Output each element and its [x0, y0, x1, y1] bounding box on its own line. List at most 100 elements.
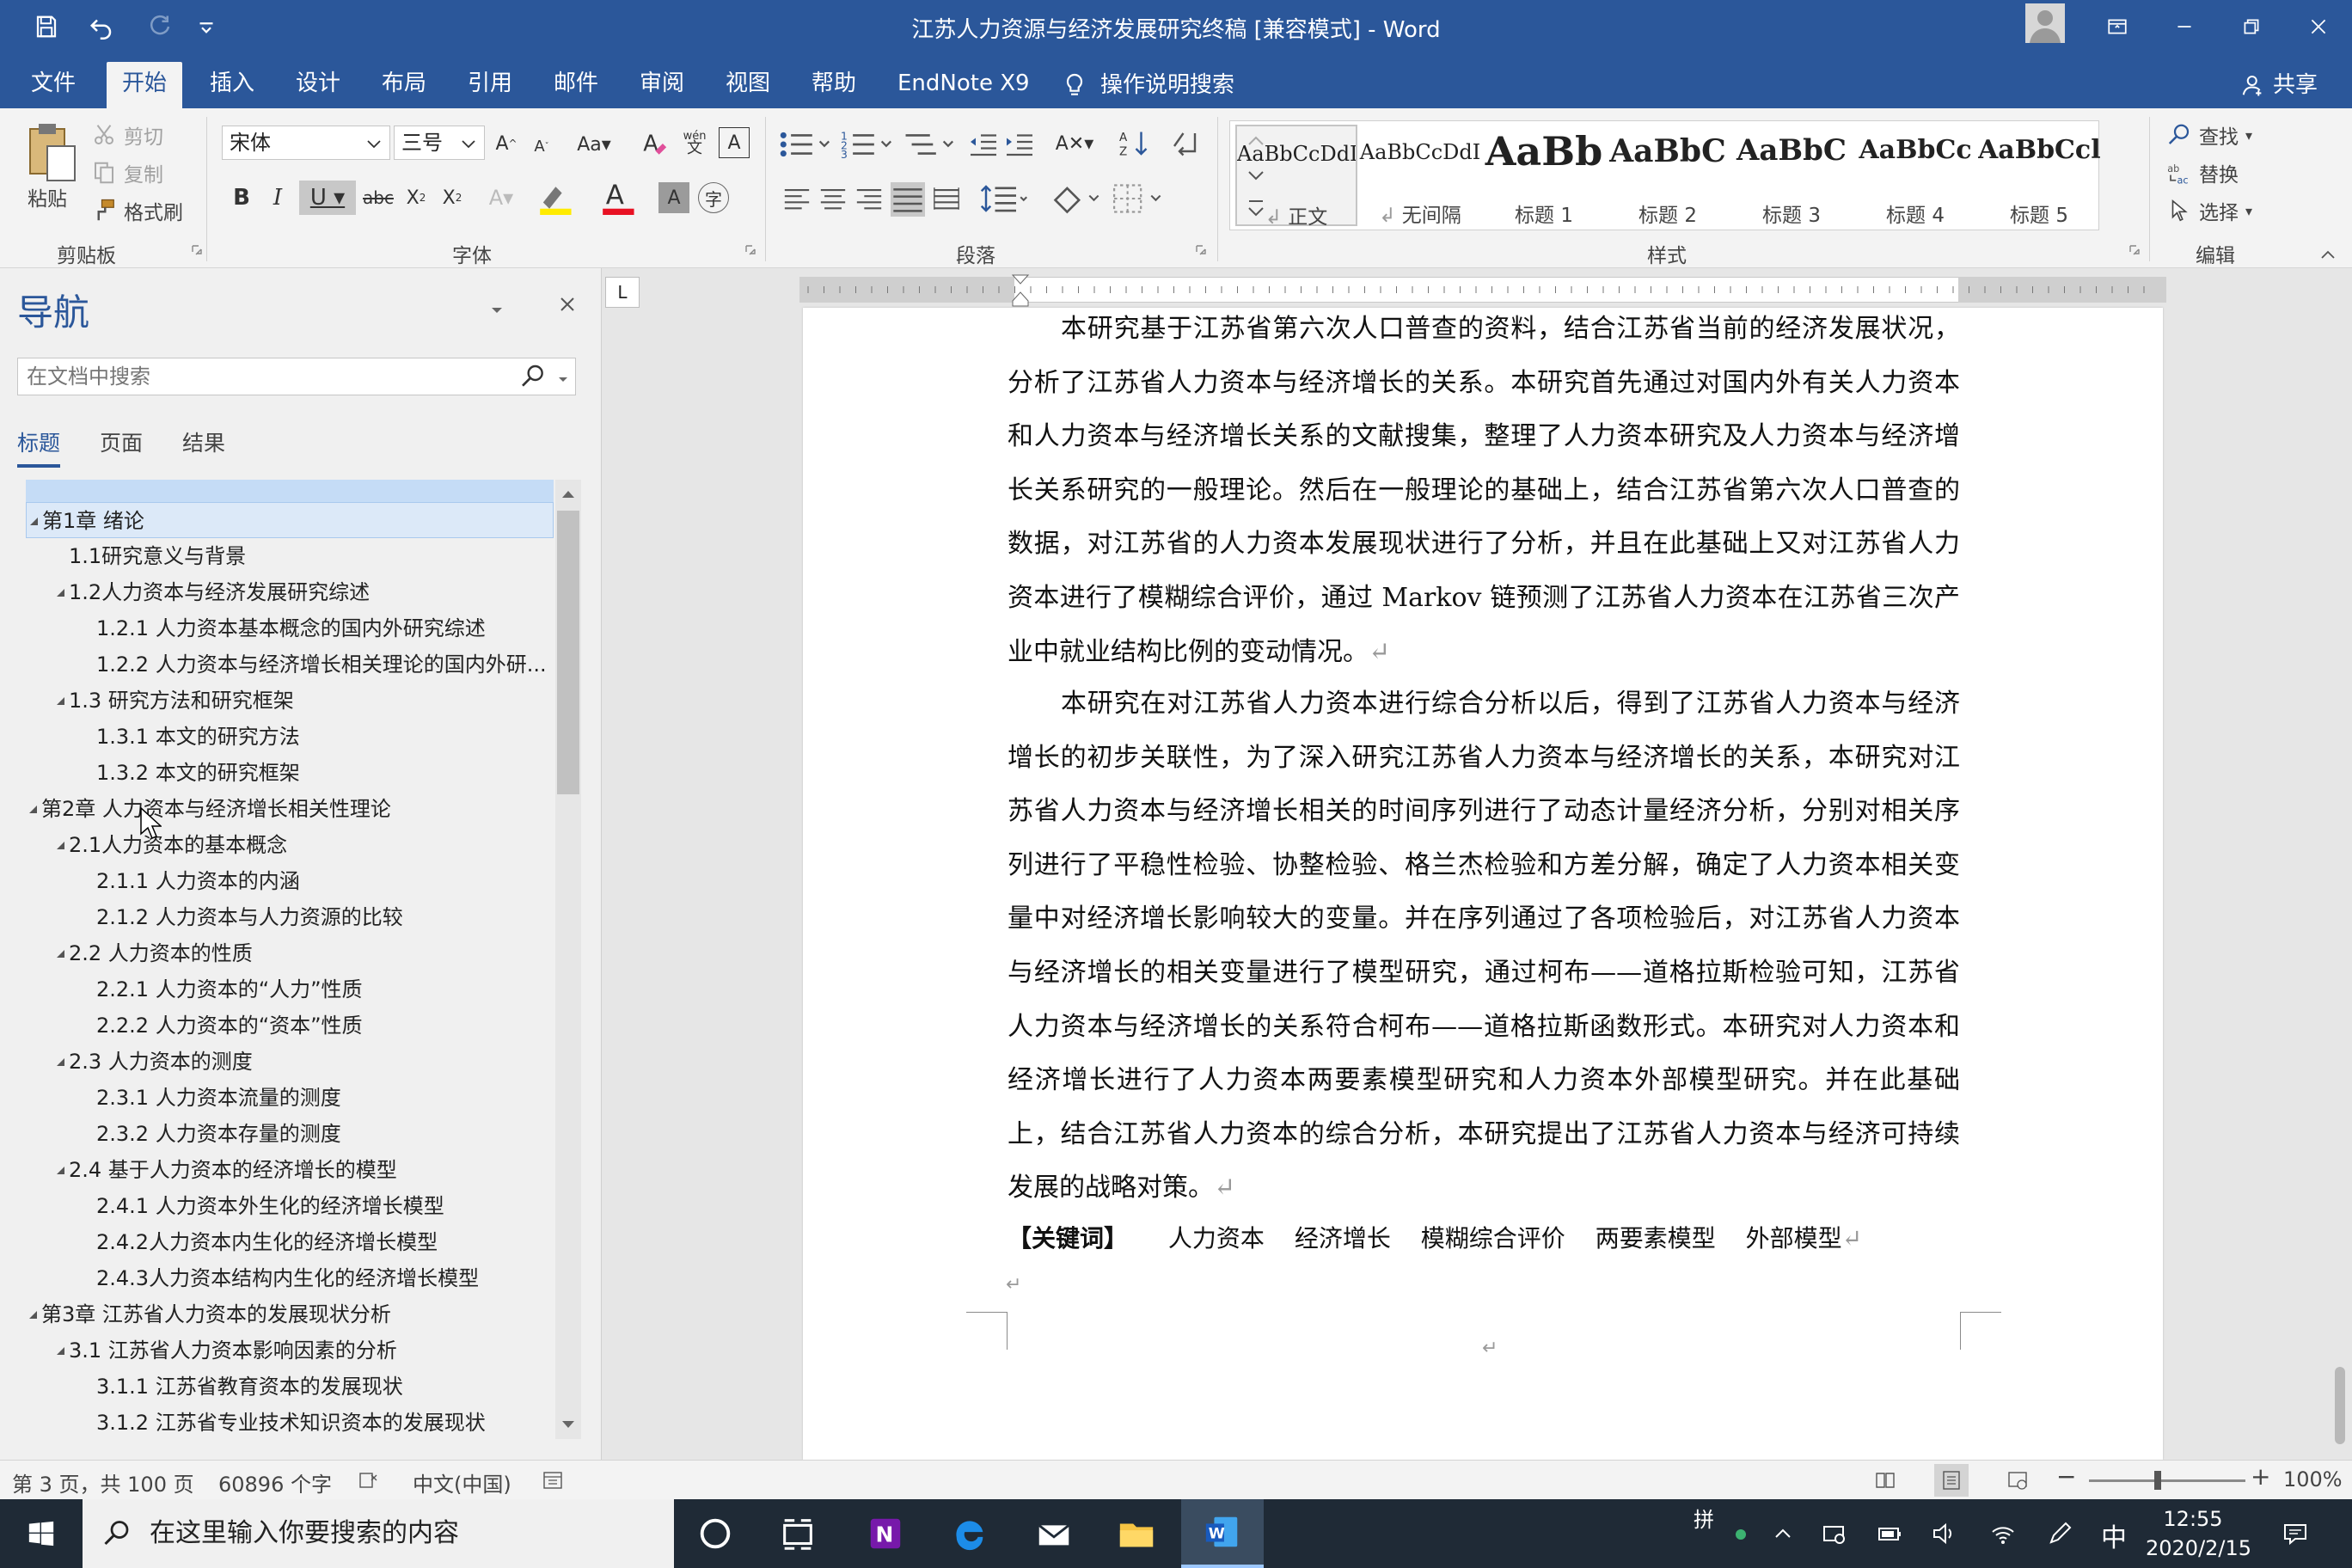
- minimize-icon[interactable]: [2151, 0, 2218, 53]
- tab-help[interactable]: 帮助: [796, 62, 872, 108]
- clipboard-launcher-icon[interactable]: [191, 244, 206, 260]
- tab-layout[interactable]: 布局: [366, 62, 442, 108]
- align-center-icon[interactable]: [818, 184, 848, 213]
- justify-icon[interactable]: [891, 182, 925, 217]
- tab-insert[interactable]: 插入: [194, 62, 270, 108]
- nav-heading-item[interactable]: 1.3 研究方法和研究框架: [17, 683, 555, 719]
- zoom-in-button[interactable]: +: [2251, 1462, 2270, 1491]
- collapse-caret-icon[interactable]: [55, 695, 65, 706]
- shading-icon[interactable]: [1049, 182, 1100, 215]
- nav-heading-item[interactable]: 1.1研究意义与背景: [17, 538, 555, 574]
- underline-icon[interactable]: U ▾: [299, 181, 356, 215]
- pen-icon[interactable]: [2046, 1520, 2073, 1547]
- collapse-caret-icon[interactable]: [28, 516, 39, 526]
- cortana-button[interactable]: [674, 1499, 756, 1568]
- nav-tab-results[interactable]: 结果: [182, 426, 225, 457]
- ime-mode-indicator[interactable]: 拼: [1694, 1503, 1714, 1533]
- nav-heading-item[interactable]: 3.1.2 江苏省专业技术知识资本的发展现状: [17, 1405, 555, 1439]
- font-name-combo[interactable]: 宋体: [222, 126, 390, 160]
- network-app-icon[interactable]: [1821, 1520, 1848, 1547]
- font-size-combo[interactable]: 三号: [394, 126, 485, 160]
- nav-tab-headings[interactable]: 标题: [17, 426, 60, 457]
- sort-icon[interactable]: AZ: [1119, 127, 1150, 160]
- collapse-caret-icon[interactable]: [28, 804, 38, 814]
- user-avatar[interactable]: [2025, 3, 2065, 43]
- multilevel-list-icon[interactable]: [903, 129, 954, 160]
- wifi-icon[interactable]: [1989, 1520, 2017, 1547]
- nav-heading-item[interactable]: 1.2.2 人力资本与经济增长相关理论的国内外研...: [17, 646, 555, 683]
- collapse-caret-icon[interactable]: [28, 1309, 38, 1320]
- scroll-up-icon[interactable]: [559, 485, 578, 504]
- nav-heading-item[interactable]: 2.4.1 人力资本外生化的经济增长模型: [17, 1188, 555, 1224]
- collapse-caret-icon[interactable]: [55, 840, 65, 850]
- nav-heading-item[interactable]: 第1章 绪论: [26, 502, 554, 538]
- close-icon[interactable]: [557, 294, 578, 315]
- nav-heading-item[interactable]: 第3章 江苏省人力资本的发展现状分析: [17, 1296, 555, 1332]
- start-button[interactable]: [0, 1499, 83, 1568]
- collapse-caret-icon[interactable]: [55, 1057, 65, 1067]
- tab-view[interactable]: 视图: [710, 62, 786, 108]
- mail-app[interactable]: [1013, 1499, 1095, 1568]
- bold-icon[interactable]: B: [227, 182, 256, 213]
- proofing-icon[interactable]: [358, 1469, 380, 1491]
- document-scroll-thumb[interactable]: [2335, 1367, 2345, 1444]
- restore-icon[interactable]: [2218, 0, 2285, 53]
- nav-heading-item[interactable]: 1.3.2 本文的研究框架: [17, 755, 555, 791]
- style-heading-3[interactable]: AaBbC 标题 3: [1730, 125, 1853, 227]
- nav-heading-item[interactable]: 2.2.1 人力资本的“人力”性质: [17, 971, 555, 1008]
- zoom-out-button[interactable]: −: [2056, 1462, 2076, 1491]
- font-color-icon[interactable]: A: [597, 181, 646, 215]
- superscript-icon[interactable]: X2: [437, 182, 468, 213]
- copy-button[interactable]: 复制: [91, 158, 163, 187]
- edge-app[interactable]: [928, 1499, 1011, 1568]
- read-mode-icon[interactable]: [1874, 1469, 1896, 1491]
- nav-heading-item[interactable]: 2.1人力资本的基本概念: [17, 827, 555, 863]
- style-heading-2[interactable]: AaBbC 标题 2: [1607, 125, 1729, 227]
- character-shading-icon[interactable]: A: [658, 182, 689, 213]
- nav-heading-item[interactable]: 1.2人力资本与经济发展研究综述: [17, 574, 555, 610]
- nav-heading-item[interactable]: 2.1.2 人力资本与人力资源的比较: [17, 899, 555, 935]
- style-heading-4[interactable]: AaBbCc 标题 4: [1854, 125, 1976, 227]
- paste-label[interactable]: 粘贴: [28, 182, 67, 211]
- tab-endnote[interactable]: EndNote X9: [882, 62, 1045, 108]
- numbering-icon[interactable]: 123: [841, 129, 892, 160]
- nav-search-input[interactable]: [17, 358, 576, 395]
- styles-launcher-icon[interactable]: [2128, 244, 2144, 260]
- paste-icon[interactable]: [22, 122, 79, 184]
- style-heading-5[interactable]: AaBbCcl 标题 5: [1978, 125, 2100, 227]
- battery-icon[interactable]: [1876, 1520, 1903, 1547]
- align-left-icon[interactable]: [782, 184, 812, 213]
- document-page[interactable]: 本研究基于江苏省第六次人口普查的资料，结合江苏省当前的经济发展状况，分析了江苏省…: [803, 308, 2163, 1460]
- paragraph-launcher-icon[interactable]: [1195, 244, 1210, 260]
- italic-icon[interactable]: I: [263, 182, 292, 213]
- zoom-slider-thumb[interactable]: [2154, 1471, 2161, 1490]
- clear-formatting-icon[interactable]: A: [640, 129, 669, 158]
- zoom-level[interactable]: 100%: [2283, 1467, 2343, 1491]
- find-button[interactable]: 查找 ▾: [2166, 120, 2252, 150]
- collapse-ribbon-icon[interactable]: [2318, 246, 2338, 263]
- body-paragraph-1[interactable]: 本研究基于江苏省第六次人口普查的资料，结合江苏省当前的经济发展状况，分析了江苏省…: [1008, 303, 1960, 679]
- share-button[interactable]: 共享: [2240, 62, 2318, 108]
- tab-home[interactable]: 开始: [107, 62, 183, 108]
- align-right-icon[interactable]: [854, 184, 884, 213]
- task-view-button[interactable]: [756, 1499, 839, 1568]
- keywords-line[interactable]: 【关键词】 人力资本 经济增长 模糊综合评价 两要素模型 外部模型↵: [1008, 1212, 1960, 1265]
- ime-indicator[interactable]: 中: [2101, 1516, 2127, 1554]
- word-count[interactable]: 60896 个字: [218, 1467, 332, 1498]
- nav-heading-item[interactable]: 3.1.1 江苏省教育资本的发展现状: [17, 1369, 555, 1405]
- font-launcher-icon[interactable]: [744, 244, 760, 260]
- tab-stop-selector[interactable]: L: [605, 277, 640, 308]
- onenote-app[interactable]: N: [844, 1499, 927, 1568]
- character-border-icon[interactable]: A: [719, 127, 750, 158]
- nav-heading-item[interactable]: 2.3.2 人力资本存量的测度: [17, 1116, 555, 1152]
- tab-review[interactable]: 审阅: [624, 62, 700, 108]
- page-indicator[interactable]: 第 3 页，共 100 页: [12, 1467, 194, 1498]
- nav-heading-item[interactable]: 2.4.2人力资本内生化的经济增长模型: [17, 1224, 555, 1260]
- bullets-icon[interactable]: [779, 129, 830, 160]
- nav-heading-item[interactable]: 2.3 人力资本的测度: [17, 1044, 555, 1080]
- gallery-more-icon[interactable]: [1243, 193, 1269, 227]
- taskbar-search[interactable]: 在这里输入你要搜索的内容: [83, 1499, 674, 1568]
- tab-file[interactable]: 文件: [15, 62, 91, 108]
- word-app[interactable]: W: [1181, 1499, 1264, 1568]
- collapse-caret-icon[interactable]: [55, 948, 65, 959]
